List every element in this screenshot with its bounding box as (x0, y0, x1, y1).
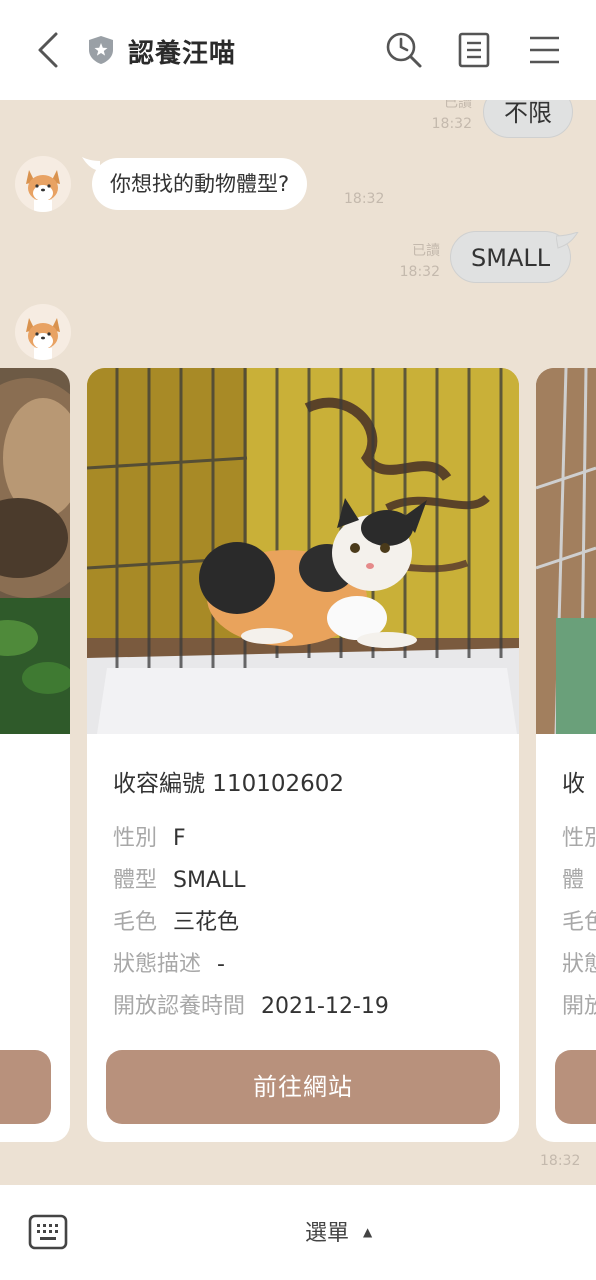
chat-header: 認養汪喵 (0, 0, 596, 100)
info-label: 狀態 (562, 952, 596, 977)
pet-photo (536, 368, 596, 734)
info-row-color: 毛色 三花色 (113, 904, 239, 936)
info-label: 體型 (113, 868, 158, 893)
message-read-status: 已讀 (444, 100, 472, 111)
message-time: 18:32 (399, 264, 440, 280)
info-value: - (217, 952, 225, 977)
pet-photo (0, 368, 70, 734)
info-row-status: 狀態描述 - (113, 946, 225, 978)
info-label: 體 (562, 868, 585, 893)
info-label: 性別 (562, 826, 596, 851)
info-label: 毛色 (562, 910, 596, 935)
info-label: 性別 (113, 826, 158, 851)
shield-icon (89, 36, 113, 64)
info-value: SMALL (173, 868, 246, 893)
info-row: 開放 (562, 988, 596, 1020)
back-arrow-icon[interactable] (28, 28, 68, 72)
info-row: 狀態 (562, 946, 596, 978)
info-row: 性別 (562, 820, 596, 852)
info-row: 體 (562, 862, 596, 894)
info-value: 2021-12-19 (261, 994, 389, 1019)
pet-card-body (0, 734, 70, 1142)
hamburger-menu-icon[interactable] (522, 28, 566, 72)
info-row-size: 體型 SMALL (113, 862, 246, 894)
shelter-id: 收容編號 110102602 (113, 771, 345, 797)
bubble-tail (556, 232, 579, 249)
pet-card-body: 收容編號 110102602 性別 F 體型 SMALL 毛色 三花色 狀態描述 - 開… (87, 734, 519, 1142)
bottom-bar: 選單 ▲ (0, 1185, 596, 1280)
info-row-gender: 性別 F (113, 820, 186, 852)
rich-menu-toggle[interactable]: 選單 (305, 1215, 349, 1247)
message-time: 18:32 (431, 116, 472, 132)
message-time: 18:32 (540, 1153, 581, 1169)
shiba-avatar-icon[interactable] (15, 156, 71, 212)
notes-icon[interactable] (452, 28, 496, 72)
shelter-id: 收 (562, 771, 585, 797)
chat-area[interactable]: 已讀 18:32 不限 你想找的動物體型? 18:32 已讀 18:32 SMA… (0, 100, 596, 1185)
go-to-website-button[interactable] (0, 1050, 51, 1124)
message-read-status: 已讀 (412, 243, 440, 259)
pet-photo (87, 368, 519, 734)
keyboard-icon[interactable] (28, 1213, 68, 1251)
incoming-message-bubble[interactable]: 你想找的動物體型? (92, 158, 308, 210)
chevron-up-icon[interactable]: ▲ (363, 1225, 372, 1239)
pet-card-previous[interactable] (0, 368, 70, 1142)
info-row-open-date: 開放認養時間 2021-12-19 (113, 988, 389, 1020)
pet-card[interactable]: 收容編號 110102602 性別 F 體型 SMALL 毛色 三花色 狀態描述 - 開… (87, 368, 519, 1142)
pet-card-body: 收 性別 體 毛色 狀態 開放 (536, 734, 596, 1142)
shiba-avatar-icon[interactable] (15, 304, 71, 360)
info-row: 毛色 (562, 904, 596, 936)
info-value: 三花色 (173, 910, 240, 935)
pet-card-next[interactable]: 收 性別 體 毛色 狀態 開放 (536, 368, 596, 1142)
search-clock-icon[interactable] (382, 28, 426, 72)
info-label: 開放認養時間 (113, 994, 246, 1019)
info-label: 開放 (562, 994, 596, 1019)
message-time: 18:32 (344, 191, 385, 207)
info-label: 毛色 (113, 910, 158, 935)
go-to-website-button[interactable] (555, 1050, 596, 1124)
outgoing-message-bubble[interactable]: 不限 (483, 100, 573, 138)
go-to-website-button[interactable]: 前往網站 (106, 1050, 500, 1124)
info-value: F (173, 826, 186, 851)
chat-title: 認養汪喵 (128, 39, 237, 69)
info-label: 狀態描述 (113, 952, 202, 977)
outgoing-message-bubble[interactable]: SMALL (450, 231, 572, 283)
